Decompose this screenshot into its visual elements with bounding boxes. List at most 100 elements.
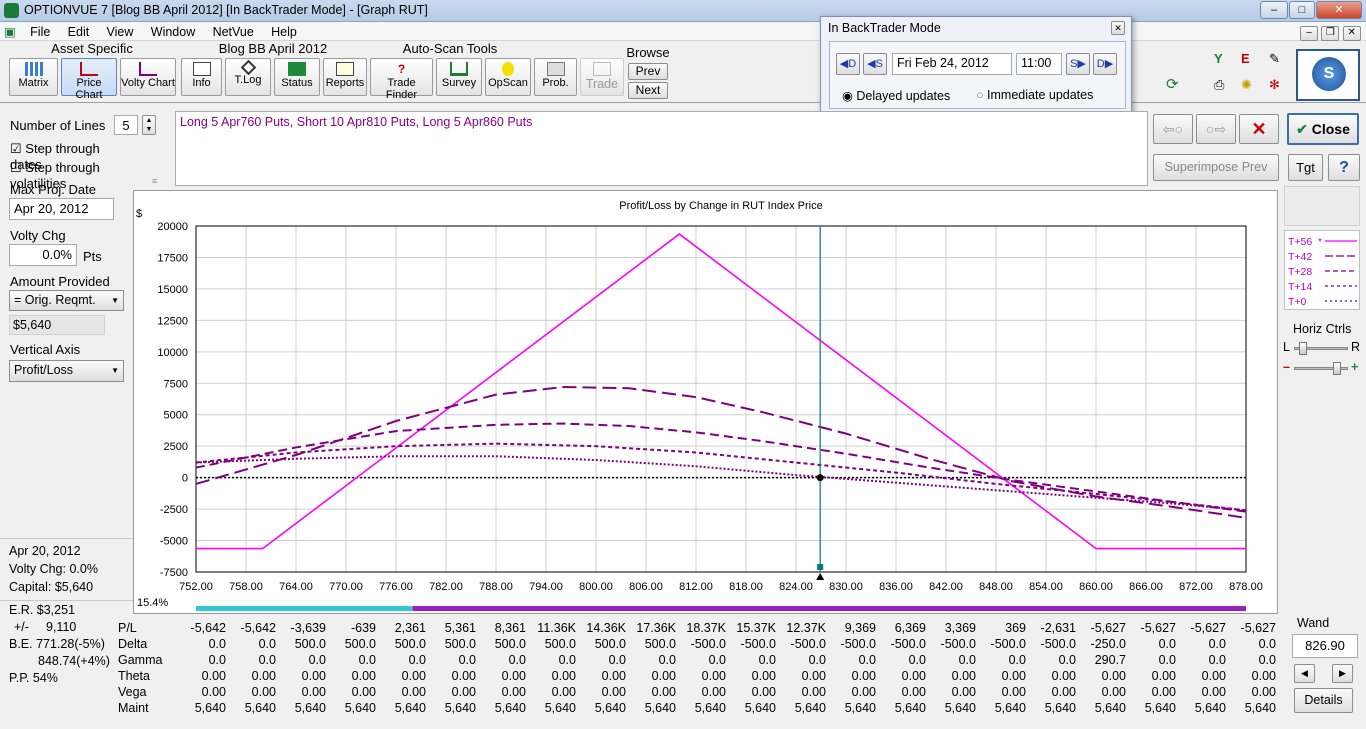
greeks-cell: 0.00	[901, 685, 926, 699]
alert-icon[interactable]: ✺	[1241, 77, 1252, 93]
tgt-button[interactable]: Tgt	[1288, 154, 1323, 181]
vertical-axis-label: Vertical Axis	[10, 342, 81, 357]
strategy-description[interactable]: Long 5 Apr760 Puts, Short 10 Apr810 Puts…	[175, 111, 1148, 186]
lightbulb-icon	[502, 62, 514, 76]
menu-icon[interactable]: ▣	[0, 22, 20, 41]
greeks-cell: 0.00	[1251, 669, 1276, 683]
greeks-cell: 0.00	[701, 669, 726, 683]
greeks-cell: 0.00	[1001, 669, 1026, 683]
details-button[interactable]: Details	[1294, 688, 1353, 713]
mdi-minimize-button[interactable]: –	[1300, 26, 1318, 41]
greeks-cell: 0.00	[1101, 685, 1126, 699]
menu-file[interactable]: File	[23, 23, 57, 41]
edit-red-icon[interactable]: E	[1241, 51, 1250, 66]
zoom-slider-thumb[interactable]	[1333, 362, 1341, 375]
tlog-button[interactable]: T.Log	[225, 58, 271, 96]
greeks-cell: 0.0	[808, 653, 826, 667]
legend-label: T+56	[1288, 236, 1312, 248]
matrix-button[interactable]: Matrix	[9, 58, 58, 96]
info-button[interactable]: Info	[181, 58, 222, 96]
number-of-lines-field[interactable]: 5	[114, 115, 138, 135]
matrix-icon	[24, 62, 43, 76]
x-tick-label: 878.00	[1229, 581, 1263, 593]
series-line-tplus42	[195, 386, 1247, 519]
wand-right-button[interactable]: ▶	[1332, 664, 1353, 683]
greeks-cell: 0.0	[308, 653, 326, 667]
price-cursor-marker[interactable]	[817, 564, 824, 570]
price-chart-button[interactable]: Price Chart	[61, 58, 117, 101]
greeks-cell: 0.0	[408, 653, 426, 667]
printer-icon[interactable]: ⎙	[1214, 77, 1224, 93]
greeks-cell: 0.0	[258, 637, 276, 651]
mdi-restore-button[interactable]: ❐	[1321, 26, 1340, 41]
greeks-cell: 0.0	[258, 653, 276, 667]
x-tick-label: 806.00	[629, 581, 663, 593]
move-left-button[interactable]: ⇦○	[1153, 114, 1193, 144]
greeks-cell: 0.00	[851, 685, 876, 699]
backtrader-date-field[interactable]: Fri Feb 24, 2012	[892, 53, 1012, 75]
backtrader-time-field[interactable]: 11:00	[1016, 53, 1062, 75]
survey-button[interactable]: Survey	[436, 58, 482, 96]
greeks-cell: -500.0	[990, 637, 1026, 651]
group-blog: Blog BB April 2012	[218, 41, 328, 56]
greeks-cell: 5,640	[994, 701, 1026, 715]
vertical-axis-select[interactable]: Profit/Loss	[9, 360, 124, 382]
wand-field[interactable]: 826.90	[1292, 634, 1358, 658]
back-day-button[interactable]: ◀D	[836, 53, 860, 75]
browse-next-button[interactable]: Next	[628, 82, 668, 99]
back-step-button[interactable]: ◀S	[863, 53, 887, 75]
greeks-cell: 500.0	[394, 637, 426, 651]
help-button[interactable]: ?	[1328, 154, 1360, 181]
move-right-button[interactable]: ○⇨	[1196, 114, 1236, 144]
menu-edit[interactable]: Edit	[61, 23, 97, 41]
menu-view[interactable]: View	[100, 23, 141, 41]
trade-finder-button[interactable]: ? Trade Finder	[370, 58, 433, 101]
greeks-cell: 15.37K	[736, 621, 776, 635]
greeks-cell: 8,361	[494, 621, 526, 635]
max-proj-field[interactable]: Apr 20, 2012	[9, 198, 114, 220]
greeks-cell: 0.0	[908, 653, 926, 667]
greeks-cell: 0.0	[608, 653, 626, 667]
reports-button[interactable]: Reports	[323, 58, 367, 96]
superimpose-prev-button[interactable]: Superimpose Prev	[1153, 154, 1279, 181]
tlog-icon	[240, 59, 256, 76]
close-button[interactable]: ✔ Close	[1287, 113, 1359, 145]
alert-off-icon[interactable]: ✻	[1269, 77, 1280, 93]
pl-chart[interactable]: Profit/Loss by Change in RUT Index Price…	[133, 190, 1278, 614]
menu-help[interactable]: Help	[264, 23, 304, 41]
zoom-slider[interactable]	[1294, 362, 1348, 375]
plus-minus-label: +/-	[14, 620, 29, 634]
forward-day-button[interactable]: D▶	[1093, 53, 1117, 75]
horiz-slider[interactable]	[1294, 342, 1348, 355]
wand-left-button[interactable]: ◀	[1294, 664, 1315, 683]
prob-button[interactable]: Prob.	[534, 58, 577, 96]
radio-selected-icon: ◉	[842, 89, 853, 103]
minimize-button[interactable]: –	[1260, 1, 1288, 19]
browse-prev-button[interactable]: Prev	[628, 63, 668, 80]
volty-chg-field[interactable]: 0.0%	[9, 244, 77, 266]
backtrader-close-button[interactable]: ✕	[1111, 21, 1125, 35]
menu-window[interactable]: Window	[144, 23, 202, 41]
probability-label: 15.4%	[137, 597, 168, 609]
amount-provided-select[interactable]: = Orig. Reqmt.	[9, 290, 124, 311]
refresh-icon[interactable]: ⟳	[1166, 75, 1179, 93]
immediate-updates-radio[interactable]: ○ Immediate updates	[976, 88, 1093, 102]
yield-icon[interactable]: Y	[1214, 51, 1223, 66]
forward-step-button[interactable]: S▶	[1066, 53, 1090, 75]
x-tick-label: 866.00	[1129, 581, 1163, 593]
menu-netvue[interactable]: NetVue	[206, 23, 261, 41]
checkmark-icon: ✔	[1296, 121, 1308, 137]
status-button[interactable]: Status	[274, 58, 320, 96]
mdi-close-button[interactable]: ✕	[1342, 26, 1361, 41]
greeks-cell: 5,640	[1144, 701, 1176, 715]
close-window-button[interactable]: ✕	[1316, 1, 1362, 19]
note-icon[interactable]: ✎	[1269, 51, 1280, 67]
maximize-button[interactable]: □	[1289, 1, 1315, 19]
delayed-updates-radio[interactable]: ◉ Delayed updates	[842, 88, 950, 103]
delete-button[interactable]: ✕	[1239, 114, 1279, 144]
optionvue-logo: S	[1296, 49, 1360, 101]
number-of-lines-spinner[interactable]: ▲ ▼	[142, 115, 156, 135]
horiz-slider-thumb[interactable]	[1299, 342, 1307, 355]
volty-chart-button[interactable]: Volty Chart	[120, 58, 176, 96]
opscan-button[interactable]: OpScan	[485, 58, 531, 96]
